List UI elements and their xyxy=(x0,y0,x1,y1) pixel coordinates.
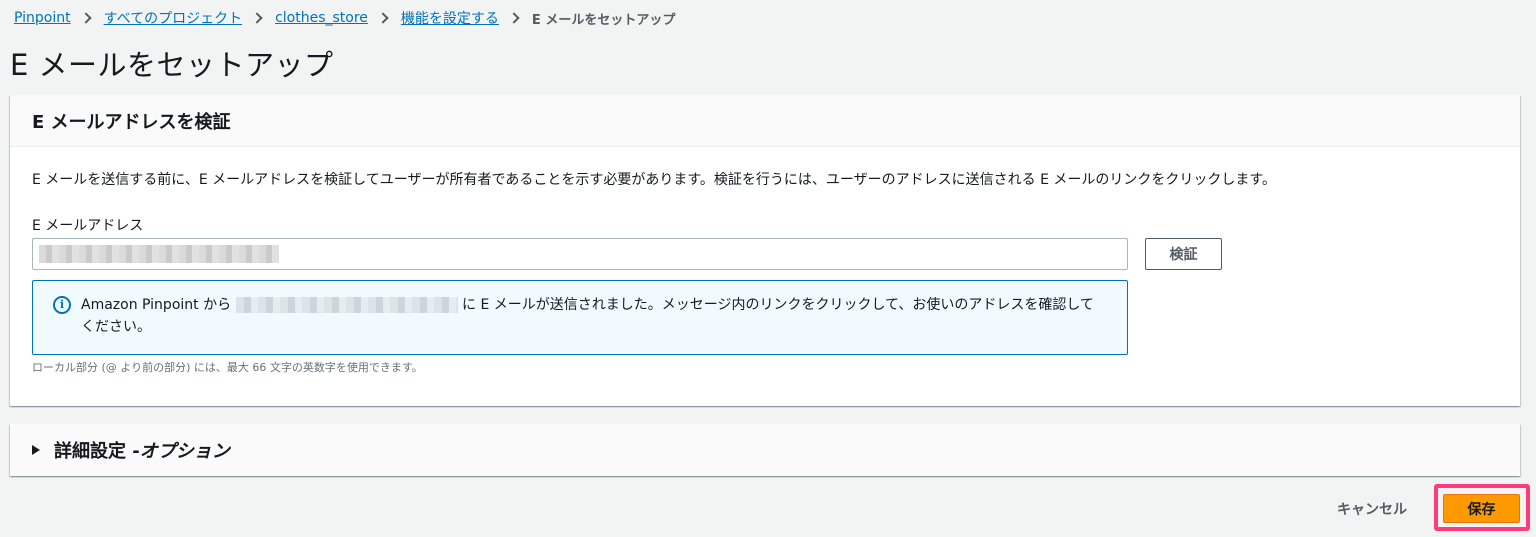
chevron-right-icon xyxy=(508,12,520,24)
info-suffix: に E メールが送信されました。メッセージ内のリンクをクリックして、お使いのアド… xyxy=(81,297,1094,335)
redacted-email xyxy=(235,297,458,313)
verify-button[interactable]: 検証 xyxy=(1145,238,1222,270)
cancel-button[interactable]: キャンセル xyxy=(1322,494,1422,524)
email-input[interactable] xyxy=(32,238,1128,270)
advanced-settings-toggle[interactable]: 詳細設定 - オプション xyxy=(10,424,1520,476)
chevron-right-icon xyxy=(377,12,389,24)
panel-header: E メールアドレスを検証 xyxy=(10,95,1520,147)
info-message: Amazon Pinpoint から に E メールが送信されました。メッセージ… xyxy=(81,294,1101,338)
chevron-right-icon xyxy=(79,12,92,24)
advanced-label: 詳細設定 - xyxy=(54,441,140,462)
breadcrumb-configure-features[interactable]: 機能を設定する xyxy=(401,8,499,28)
info-icon: i xyxy=(53,296,71,314)
info-prefix: Amazon Pinpoint から xyxy=(81,297,232,313)
save-button[interactable]: 保存 xyxy=(1443,494,1520,523)
email-hint: ローカル部分 (@ より前の部分) には、最大 66 文字の英数字を使用できます… xyxy=(32,361,423,374)
advanced-settings-panel: 詳細設定 - オプション xyxy=(10,424,1520,476)
breadcrumb: Pinpoint すべてのプロジェクト clothes_store 機能を設定す… xyxy=(14,8,675,28)
breadcrumb-project[interactable]: clothes_store xyxy=(275,10,368,26)
caret-right-icon xyxy=(32,445,40,455)
advanced-optional-label: オプション xyxy=(139,441,230,462)
redacted-email xyxy=(39,245,279,263)
verify-email-panel: E メールアドレスを検証 E メールを送信する前に、E メールアドレスを検証して… xyxy=(10,95,1520,406)
breadcrumb-pinpoint[interactable]: Pinpoint xyxy=(14,10,71,26)
breadcrumb-all-projects[interactable]: すべてのプロジェクト xyxy=(104,8,242,28)
breadcrumb-current: E メールをセットアップ xyxy=(531,12,676,28)
email-label: E メールアドレス xyxy=(32,218,144,234)
page-title: E メールをセットアップ xyxy=(10,48,334,82)
panel-description: E メールを送信する前に、E メールアドレスを検証してユーザーが所有者であること… xyxy=(32,172,1276,188)
chevron-right-icon xyxy=(251,12,263,24)
info-alert: i Amazon Pinpoint から に E メールが送信されました。メッセ… xyxy=(32,280,1128,355)
